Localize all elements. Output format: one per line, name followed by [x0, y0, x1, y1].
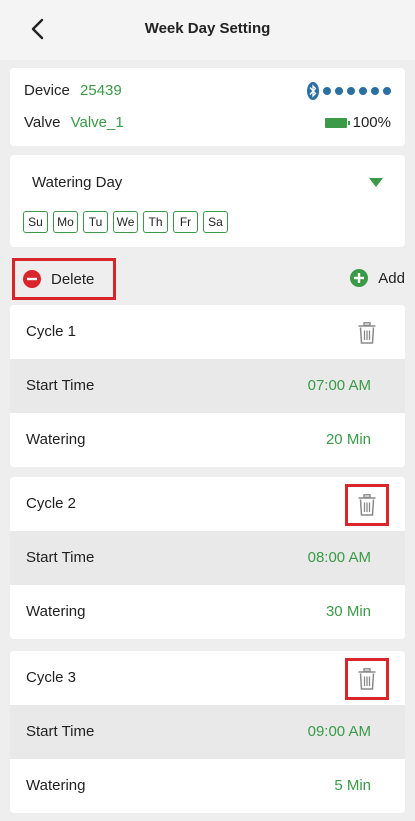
signal-dot [383, 87, 391, 95]
day-thursday[interactable]: Th [143, 211, 168, 233]
day-saturday[interactable]: Sa [203, 211, 228, 233]
start-time-value: 07:00 AM [307, 377, 371, 394]
watering-day-card: Watering Day Su Mo Tu We Th Fr Sa [10, 155, 405, 247]
cycle-header: Cycle 3 [10, 651, 405, 705]
cycle-header: Cycle 2 [10, 477, 405, 531]
cycle-delete-button[interactable] [345, 484, 389, 526]
add-label: Add [378, 269, 405, 287]
watering-value: 30 Min [325, 603, 371, 620]
device-id: 25439 [80, 82, 122, 99]
start-time-label: Start Time [26, 549, 95, 566]
minus-circle-icon [23, 270, 41, 288]
start-time-value: 08:00 AM [307, 549, 371, 566]
watering-row[interactable]: Watering 5 Min [10, 759, 405, 813]
cycle-delete-button[interactable] [351, 317, 383, 349]
trash-icon [358, 668, 376, 690]
watering-label: Watering [26, 777, 86, 794]
valve-label: Valve [24, 114, 61, 131]
delete-button[interactable]: Delete [12, 258, 116, 300]
cycle-name: Cycle 1 [26, 323, 77, 340]
day-friday[interactable]: Fr [173, 211, 198, 233]
watering-label: Watering [26, 431, 86, 448]
battery-percent: 100% [352, 114, 391, 131]
start-time-label: Start Time [26, 377, 95, 394]
plus-circle-icon [350, 269, 369, 287]
action-bar: Delete Add [0, 255, 415, 305]
signal-dot [335, 87, 343, 95]
trash-icon [358, 494, 376, 516]
start-time-label: Start Time [26, 723, 95, 740]
start-time-row[interactable]: Start Time 08:00 AM [10, 531, 405, 585]
add-button[interactable]: Add [350, 269, 405, 287]
cycle-card: Cycle 2 Start Time 08:00 AM Watering 30 … [10, 477, 405, 639]
signal-dot [347, 87, 355, 95]
watering-row[interactable]: Watering 30 Min [10, 585, 405, 639]
device-label: Device [24, 82, 70, 99]
watering-label: Watering [26, 603, 86, 620]
signal-dot [359, 87, 367, 95]
cycle-delete-button[interactable] [345, 658, 389, 700]
day-selector: Su Mo Tu We Th Fr Sa [23, 211, 233, 233]
start-time-row[interactable]: Start Time 07:00 AM [10, 359, 405, 413]
signal-dot [323, 87, 331, 95]
valve-row: Valve Valve_1 [24, 114, 124, 131]
trash-icon [358, 322, 376, 344]
battery-icon [324, 117, 350, 128]
watering-value: 5 Min [334, 777, 371, 794]
valve-name: Valve_1 [70, 114, 124, 131]
delete-label: Delete [51, 270, 95, 288]
start-time-row[interactable]: Start Time 09:00 AM [10, 705, 405, 759]
day-sunday[interactable]: Su [23, 211, 48, 233]
device-row: Device 25439 [24, 82, 122, 99]
watering-value: 20 Min [325, 431, 371, 448]
battery-indicator: 100% [324, 114, 391, 131]
signal-dot [371, 87, 379, 95]
caret-down-icon[interactable] [369, 178, 383, 188]
bluetooth-icon [307, 82, 319, 100]
cycle-name: Cycle 3 [26, 669, 77, 686]
start-time-value: 09:00 AM [307, 723, 371, 740]
watering-row[interactable]: Watering 20 Min [10, 413, 405, 467]
cycle-card: Cycle 3 Start Time 09:00 AM Watering 5 M… [10, 651, 405, 813]
day-wednesday[interactable]: We [113, 211, 138, 233]
header: Week Day Setting [0, 0, 415, 60]
device-card: Device 25439 Valve Valve_1 100% [10, 68, 405, 146]
day-monday[interactable]: Mo [53, 211, 78, 233]
cycle-card: Cycle 1 Start Time 07:00 AM Watering 20 … [10, 305, 405, 467]
day-tuesday[interactable]: Tu [83, 211, 108, 233]
watering-day-title: Watering Day [32, 174, 123, 191]
page-title: Week Day Setting [144, 20, 271, 37]
cycle-name: Cycle 2 [26, 495, 77, 512]
signal-indicator [307, 82, 391, 100]
cycle-header: Cycle 1 [10, 305, 405, 359]
